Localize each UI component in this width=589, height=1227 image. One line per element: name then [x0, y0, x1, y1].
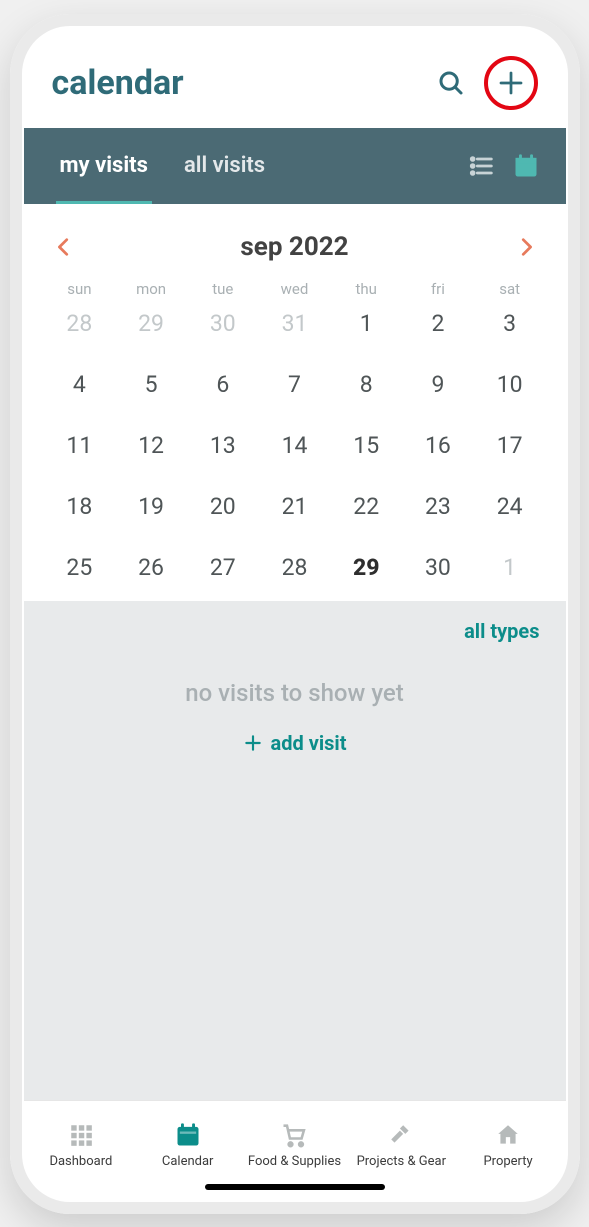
calendar-day[interactable]: 3	[474, 310, 546, 337]
calendar-day[interactable]: 5	[115, 371, 187, 398]
calendar-day[interactable]: 1	[474, 554, 546, 581]
calendar-day[interactable]: 29	[330, 554, 402, 581]
search-icon	[436, 68, 466, 98]
filter-all-types[interactable]: all types	[464, 619, 539, 643]
header-actions	[432, 56, 538, 110]
nav-label: Food & Supplies	[248, 1154, 341, 1169]
screen: calendar my visits all visits	[24, 28, 566, 1200]
chevron-left-icon	[53, 236, 75, 258]
weekday-label: tue	[187, 280, 259, 310]
device-frame: calendar my visits all visits	[10, 14, 580, 1214]
month-navigation: sep 2022	[24, 204, 566, 280]
calendar-day[interactable]: 28	[44, 310, 116, 337]
nav-label: Calendar	[162, 1154, 214, 1169]
calendar-day[interactable]: 15	[330, 432, 402, 459]
calendar-day[interactable]: 14	[259, 432, 331, 459]
page-title: calendar	[52, 63, 184, 103]
plus-icon	[243, 733, 263, 753]
header: calendar	[24, 28, 566, 128]
add-visit-button[interactable]: add visit	[50, 731, 540, 755]
calendar-day[interactable]: 20	[187, 493, 259, 520]
home-indicator	[205, 1184, 385, 1190]
calendar-day[interactable]: 4	[44, 371, 116, 398]
chevron-right-icon	[515, 236, 537, 258]
calendar-day[interactable]: 30	[402, 554, 474, 581]
weekday-label: sat	[474, 280, 546, 310]
calendar-day[interactable]: 19	[115, 493, 187, 520]
list-icon	[468, 152, 496, 180]
nav-label: Property	[483, 1154, 532, 1169]
nav-dashboard[interactable]: Dashboard	[31, 1120, 131, 1169]
calendar-day[interactable]: 8	[330, 371, 402, 398]
add-visit-label: add visit	[271, 731, 347, 755]
weekday-label: mon	[115, 280, 187, 310]
empty-message: no visits to show yet	[50, 679, 540, 707]
calendar-day[interactable]: 27	[187, 554, 259, 581]
calendar-icon	[512, 152, 540, 180]
calendar-day[interactable]: 11	[44, 432, 116, 459]
prev-month-button[interactable]	[50, 233, 78, 261]
weekday-label: wed	[259, 280, 331, 310]
calendar-day[interactable]: 31	[259, 310, 331, 337]
calendar-day[interactable]: 6	[187, 371, 259, 398]
list-view-button[interactable]	[460, 144, 504, 188]
month-label: sep 2022	[240, 232, 348, 262]
add-button[interactable]	[484, 56, 538, 110]
grid-icon	[66, 1120, 96, 1150]
search-button[interactable]	[432, 64, 470, 102]
plus-icon	[496, 68, 526, 98]
visit-tabs: my visits all visits	[24, 128, 566, 204]
calendar-day[interactable]: 30	[187, 310, 259, 337]
nav-food-supplies[interactable]: Food & Supplies	[244, 1120, 344, 1169]
calendar-day[interactable]: 18	[44, 493, 116, 520]
next-month-button[interactable]	[512, 233, 540, 261]
calendar-day[interactable]: 13	[187, 432, 259, 459]
calendar-day[interactable]: 9	[402, 371, 474, 398]
calendar-day[interactable]: 28	[259, 554, 331, 581]
nav-projects-gear[interactable]: Projects & Gear	[351, 1120, 451, 1169]
calendar-day[interactable]: 25	[44, 554, 116, 581]
calendar-day[interactable]: 29	[115, 310, 187, 337]
calendar-day[interactable]: 2	[402, 310, 474, 337]
tab-my-visits[interactable]: my visits	[42, 128, 166, 204]
nav-calendar[interactable]: Calendar	[138, 1120, 238, 1169]
calendar-day[interactable]: 1	[330, 310, 402, 337]
calendar-grid: 2829303112345678910111213141516171819202…	[24, 310, 566, 601]
weekday-label: thu	[330, 280, 402, 310]
tab-all-visits[interactable]: all visits	[166, 128, 283, 204]
weekday-label: fri	[402, 280, 474, 310]
calendar-day[interactable]: 10	[474, 371, 546, 398]
nav-label: Dashboard	[49, 1154, 112, 1169]
calendar-day[interactable]: 26	[115, 554, 187, 581]
nav-label: Projects & Gear	[357, 1154, 446, 1169]
calendar-day[interactable]: 12	[115, 432, 187, 459]
cart-icon	[279, 1120, 309, 1150]
calendar-icon	[173, 1120, 203, 1150]
calendar-day[interactable]: 7	[259, 371, 331, 398]
hammer-icon	[386, 1120, 416, 1150]
calendar-day[interactable]: 23	[402, 493, 474, 520]
weekday-header: sunmontuewedthufrisat	[24, 280, 566, 310]
calendar-day[interactable]: 22	[330, 493, 402, 520]
calendar-day[interactable]: 21	[259, 493, 331, 520]
weekday-label: sun	[44, 280, 116, 310]
calendar-day[interactable]: 16	[402, 432, 474, 459]
nav-property[interactable]: Property	[458, 1120, 558, 1169]
calendar-view-button[interactable]	[504, 144, 548, 188]
visits-panel: all types no visits to show yet add visi…	[24, 601, 566, 1100]
calendar-day[interactable]: 24	[474, 493, 546, 520]
filter-row: all types	[50, 619, 540, 643]
calendar-day[interactable]: 17	[474, 432, 546, 459]
home-icon	[493, 1120, 523, 1150]
